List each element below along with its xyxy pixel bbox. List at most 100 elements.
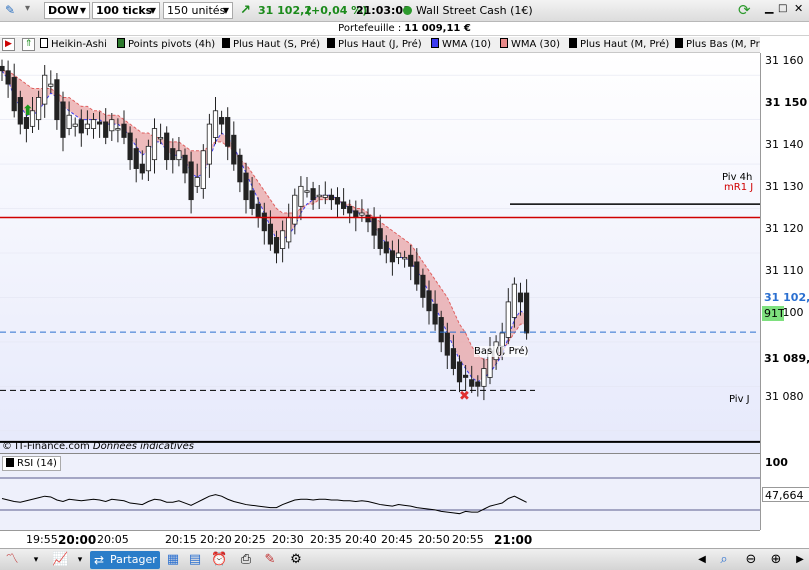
legend-label: Plus Haut (M, Pré) (580, 39, 670, 50)
candle-body (371, 217, 377, 236)
time-axis[interactable]: 19:55 20:00 20:05 20:15 20:20 20:25 20:3… (0, 530, 760, 548)
candle-body (66, 114, 72, 129)
zoom-fit-icon[interactable]: ⌕ (716, 552, 732, 568)
order-icon[interactable]: ✎ (262, 552, 278, 568)
time-tick: 20:30 (272, 533, 304, 546)
price-chart[interactable]: ⬆ ✖ (0, 53, 760, 453)
candle-body (151, 128, 158, 161)
chart-type-icon[interactable]: 〽 (4, 552, 20, 568)
legend-item-wma10[interactable]: WMA (10) (431, 38, 491, 52)
candle-body (5, 70, 11, 85)
candle-body (279, 230, 286, 249)
time-tick: 20:05 (97, 533, 129, 546)
candle-body (78, 119, 84, 134)
candle-body (517, 292, 524, 303)
rsi-swatch (6, 458, 14, 467)
time-tick: 20:40 (345, 533, 377, 546)
refresh-icon[interactable]: ⟳ (738, 1, 751, 19)
candle-body (145, 145, 151, 172)
stop-marker-icon: ✖ (459, 389, 470, 404)
units-selector[interactable]: 150 unités ▼ (163, 2, 233, 19)
price-tick: 31 110 (765, 264, 804, 277)
candle-body (456, 361, 463, 383)
scroll-right-icon[interactable]: ▶ (792, 552, 808, 568)
candle-body (481, 368, 487, 387)
chevron-down-icon[interactable]: ▾ (28, 552, 44, 568)
chevron-down-icon[interactable]: ▾ (72, 552, 88, 568)
candle-body (249, 190, 255, 209)
portfolio-value: 11 009,11 € (404, 23, 471, 34)
close-icon[interactable]: ✕ (794, 2, 803, 15)
time-tick: 20:00 (58, 533, 97, 547)
candle-body (188, 161, 194, 201)
legend-label: Heikin-Ashi (51, 39, 107, 50)
collapse-icon[interactable]: ▶ (2, 38, 15, 51)
legend-item-wma30[interactable]: WMA (30) (500, 38, 560, 52)
price-axis[interactable]: 31 160 31 150 31 140 31 130 31 120 31 11… (760, 53, 809, 530)
candle-body (298, 185, 304, 207)
minimize-icon[interactable]: ▁ (765, 1, 773, 14)
bas-j-annotation: Bas (J, Pré) (474, 346, 529, 357)
credit-text: © IT-Finance.com Données indicatives (2, 441, 194, 452)
candle-body (328, 194, 335, 201)
rsi-top-label: 100 (765, 456, 788, 469)
legend-swatch (222, 38, 230, 48)
instrument-selector[interactable]: DOW ▼ (44, 2, 90, 19)
layout-icon[interactable]: ▦ (165, 552, 181, 568)
rsi-label[interactable]: RSI (14) (2, 456, 61, 471)
scroll-left-icon[interactable]: ◀ (694, 552, 710, 568)
period-selector[interactable]: 100 ticks ▼ (92, 2, 160, 19)
candle-body (450, 348, 457, 369)
indicators-icon[interactable]: 📈 (52, 552, 68, 568)
time-tick: 21:00 (494, 533, 533, 547)
price-label: 31 102,2 (258, 4, 312, 17)
time-tick: 20:35 (310, 533, 342, 546)
share-button[interactable]: ⇄ Partager (90, 551, 160, 569)
price-tick: 31 120 (765, 222, 804, 235)
candle-body (170, 148, 176, 161)
legend-item-plus-haut-s[interactable]: Plus Haut (S, Pré) (222, 38, 320, 52)
candle-body (304, 190, 310, 193)
rsi-panel[interactable]: RSI (14) (0, 453, 760, 530)
candle-body (237, 154, 243, 183)
legend-swatch (117, 38, 125, 48)
legend-swatch (569, 38, 577, 48)
candle-body (176, 150, 182, 161)
legend-swatch (327, 38, 335, 48)
legend-item-plus-haut-m[interactable]: Plus Haut (M, Pré) (569, 38, 669, 52)
candle-body (340, 201, 347, 209)
candle-body (97, 121, 103, 125)
zoom-in-icon[interactable]: ⊕ (768, 552, 784, 568)
candle-body (60, 101, 66, 138)
print-icon[interactable]: ⎙ (238, 552, 254, 568)
legend-item-plus-bas-m[interactable]: Plus Bas (M, Pré) (675, 38, 760, 52)
legend-item-points-pivots[interactable]: Points pivots (4h) (117, 38, 215, 52)
portfolio-label: Portefeuille : (338, 23, 402, 34)
candle-body (462, 374, 469, 378)
pivj-annotation: Piv J (729, 394, 750, 405)
legend-item-heikin-ashi[interactable]: Heikin-Ashi (40, 38, 107, 52)
candle-body (353, 210, 359, 218)
price-tick: 31 080 (765, 390, 804, 403)
draw-icon[interactable]: ✎ (5, 3, 19, 17)
zoom-out-icon[interactable]: ⊖ (743, 552, 759, 568)
candle-body (103, 121, 109, 138)
indicator-up-icon[interactable]: ⇑ (22, 38, 35, 51)
candle-body (127, 132, 133, 161)
candle-body (115, 128, 121, 131)
candle-body (218, 117, 225, 125)
candle-body (164, 132, 170, 161)
export-icon[interactable]: ▤ (187, 552, 203, 568)
time-tick: 20:45 (381, 533, 413, 546)
candle-body (420, 274, 426, 298)
settings-icon[interactable]: ⚙ (288, 552, 304, 568)
candle-body (48, 83, 54, 87)
maximize-icon[interactable]: □ (778, 3, 787, 14)
legend-item-plus-haut-j[interactable]: Plus Haut (J, Pré) (327, 38, 422, 52)
candle-body (438, 317, 444, 343)
legend-label: Plus Haut (S, Pré) (233, 39, 321, 50)
legend-swatch (675, 38, 683, 48)
price-tick: 31 130 (765, 180, 804, 193)
legend-label: Plus Haut (J, Pré) (338, 39, 422, 50)
alert-icon[interactable]: ⏰ (211, 552, 227, 568)
